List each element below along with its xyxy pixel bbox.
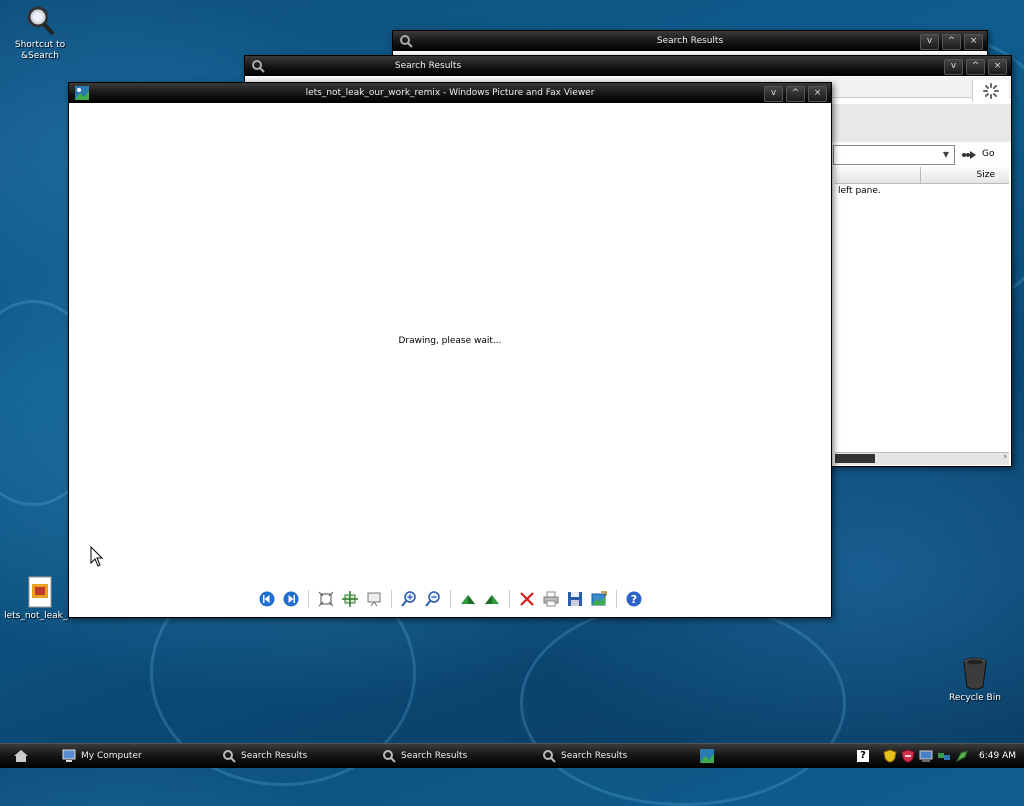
taskbar-item-label: My Computer [81, 751, 142, 761]
save-button[interactable] [565, 589, 585, 609]
title-bar[interactable]: lets_not_leak_our_work_remix - Windows P… [69, 83, 831, 103]
taskbar-item-search-results[interactable]: Search Results [222, 747, 307, 765]
desktop-icon-search-shortcut[interactable]: Shortcut to &Search [0, 3, 80, 62]
help-icon[interactable]: ? [857, 750, 869, 762]
best-fit-button[interactable] [316, 589, 336, 609]
svg-text:?: ? [630, 593, 636, 606]
magnifier-icon [23, 3, 57, 37]
desktop-icon-label: Shortcut to &Search [14, 40, 66, 61]
slideshow-button[interactable] [364, 589, 384, 609]
taskbar-item-search-results[interactable]: Search Results [382, 747, 467, 765]
results-pane-text: left pane. [838, 186, 881, 196]
computer-icon [62, 749, 76, 762]
recycle-bin-icon [961, 656, 989, 690]
minimize-button[interactable]: v [764, 86, 783, 102]
help-icon: ? [626, 591, 641, 607]
slideshow-icon [367, 592, 380, 607]
delete-button[interactable] [517, 589, 537, 609]
go-arrow-icon[interactable] [961, 148, 977, 162]
next-icon [283, 591, 298, 607]
window-title: lets_not_leak_our_work_remix - Windows P… [305, 88, 595, 98]
horizontal-scrollbar[interactable]: › [835, 452, 1009, 465]
zoom-in-icon [400, 591, 416, 607]
mouse-cursor [90, 545, 104, 571]
delete-icon [519, 592, 534, 606]
clock[interactable]: 6:49 AM [979, 751, 1016, 761]
picture-viewer-window[interactable]: lets_not_leak_our_work_remix - Windows P… [68, 82, 832, 618]
zoom-out-icon [424, 591, 440, 607]
close-button[interactable]: × [964, 34, 983, 50]
viewer-toolbar: ? [69, 589, 831, 609]
viewer-canvas: Drawing, please wait... ? [69, 104, 831, 617]
rotate-clockwise-icon [460, 595, 475, 604]
start-button[interactable] [6, 747, 36, 765]
go-button[interactable]: Go [982, 145, 994, 163]
save-icon [567, 592, 582, 606]
column-header-size[interactable]: Size [920, 167, 995, 183]
minimize-button[interactable]: v [944, 59, 963, 75]
maximize-button[interactable]: ^ [966, 59, 985, 75]
zoom-out-button[interactable] [423, 589, 443, 609]
toolbar-separator [615, 590, 617, 608]
taskbar-item-label: Search Results [241, 751, 308, 761]
network-icon[interactable] [937, 749, 951, 763]
wallpaper-swirl [520, 600, 846, 806]
security-shield-icon[interactable] [883, 749, 897, 763]
search-icon [543, 750, 556, 763]
edit-image-icon [591, 591, 607, 606]
best-fit-icon [318, 591, 333, 607]
zoom-in-button[interactable] [399, 589, 419, 609]
taskbar: My Computer Search Results Search Result… [0, 743, 1024, 768]
throbber-icon [972, 80, 1009, 102]
window-title: Search Results [394, 61, 462, 71]
print-button[interactable] [541, 589, 561, 609]
title-bar[interactable]: Search Results v ^ × [245, 56, 1011, 76]
rotate-counterclockwise-button[interactable] [482, 589, 502, 609]
previous-icon [259, 591, 274, 607]
taskbar-item-label: Search Results [401, 751, 468, 761]
scrollbar-thumb[interactable] [835, 454, 875, 463]
close-button[interactable]: × [988, 59, 1007, 75]
open-editor-button[interactable] [589, 589, 609, 609]
search-icon [383, 750, 396, 763]
window-title: Search Results [656, 36, 724, 46]
home-icon [14, 750, 28, 762]
chevron-down-icon[interactable]: ▼ [939, 146, 953, 164]
title-bar[interactable]: Search Results v ^ × [393, 31, 987, 51]
toolbar-separator [508, 590, 510, 608]
toolbar-separator [449, 590, 451, 608]
desktop-icon-recycle-bin[interactable]: Recycle Bin [935, 656, 1015, 704]
display-settings-icon[interactable] [919, 749, 933, 763]
print-icon [543, 591, 558, 607]
close-button[interactable]: × [808, 86, 827, 102]
taskbar-item-search-results[interactable]: Search Results [542, 747, 627, 765]
chevron-right-icon[interactable]: › [1003, 452, 1007, 462]
maximize-button[interactable]: ^ [942, 34, 961, 50]
system-tray: ? 6:49 AM [851, 744, 1024, 768]
picture-viewer-icon [700, 749, 714, 763]
taskbar-item-my-computer[interactable]: My Computer [62, 747, 142, 765]
actual-size-button[interactable] [340, 589, 360, 609]
image-file-icon [27, 576, 53, 608]
maximize-button[interactable]: ^ [786, 86, 805, 102]
search-icon [223, 750, 236, 763]
column-header-row: Size [835, 167, 1009, 184]
actual-size-icon [341, 591, 358, 607]
desktop-icon-label: Recycle Bin [949, 693, 1001, 703]
help-button[interactable]: ? [624, 589, 644, 609]
taskbar-item-picture-viewer[interactable] [700, 747, 714, 765]
antivirus-shield-icon[interactable] [901, 749, 915, 763]
next-image-button[interactable] [281, 589, 301, 609]
toolbar-separator [307, 590, 309, 608]
minimize-button[interactable]: v [920, 34, 939, 50]
rotate-clockwise-button[interactable] [458, 589, 478, 609]
address-input[interactable] [833, 145, 955, 165]
previous-image-button[interactable] [257, 589, 277, 609]
toolbar-separator [390, 590, 392, 608]
rotate-counterclockwise-icon [484, 595, 499, 604]
drawing-status: Drawing, please wait... [398, 336, 502, 346]
safely-remove-hardware-icon[interactable] [955, 749, 969, 763]
taskbar-item-label: Search Results [561, 751, 628, 761]
